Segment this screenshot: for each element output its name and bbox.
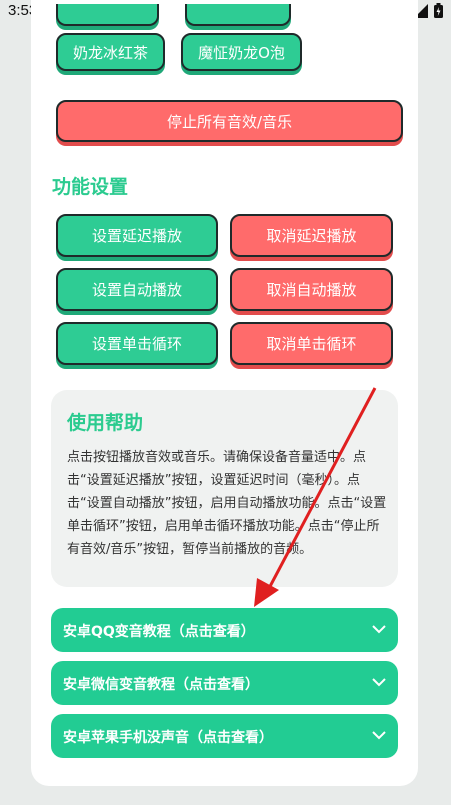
settings-title: 功能设置 xyxy=(52,176,129,198)
cancel-autoplay-button[interactable]: 取消自动播放 xyxy=(230,268,393,311)
tutorial-label: 安卓QQ变音教程（点击查看） xyxy=(63,624,255,640)
chevron-down-icon xyxy=(372,731,386,740)
tutorial-no-sound[interactable]: 安卓苹果手机没声音（点击查看） xyxy=(51,714,398,758)
set-autoplay-button[interactable]: 设置自动播放 xyxy=(56,268,218,311)
chevron-down-icon xyxy=(372,625,386,634)
set-delay-button[interactable]: 设置延迟播放 xyxy=(56,214,218,257)
set-loop-button[interactable]: 设置单击循环 xyxy=(56,322,218,365)
sound-button-top-left[interactable] xyxy=(56,4,159,26)
battery-icon xyxy=(434,3,443,18)
chevron-down-icon xyxy=(372,678,386,687)
set-delay-label: 设置延迟播放 xyxy=(91,227,182,245)
tutorial-label: 安卓微信变音教程（点击查看） xyxy=(63,677,259,693)
cancel-delay-button[interactable]: 取消延迟播放 xyxy=(230,214,393,257)
sound-button-top-right[interactable] xyxy=(185,4,291,26)
sound-button-label: 魔怔奶龙O泡 xyxy=(198,43,285,62)
cancel-loop-label: 取消单击循环 xyxy=(266,335,357,353)
cancel-loop-button[interactable]: 取消单击循环 xyxy=(230,322,393,365)
stop-all-button[interactable]: 停止所有音效/音乐 xyxy=(56,100,403,142)
tutorial-qq-voice-change[interactable]: 安卓QQ变音教程（点击查看） xyxy=(51,608,398,652)
sound-button-label: 奶龙冰红茶 xyxy=(72,43,148,62)
sound-button-mozheng-nailong[interactable]: 魔怔奶龙O泡 xyxy=(181,33,302,71)
tutorial-label: 安卓苹果手机没声音（点击查看） xyxy=(63,730,273,746)
help-text: 点击按钮播放音效或音乐。请确保设备音量适中。点击“设置延迟播放”按钮，设置延迟时… xyxy=(67,450,387,557)
sound-button-nailong-bing-hongcha[interactable]: 奶龙冰红茶 xyxy=(56,33,165,71)
stop-all-label: 停止所有音效/音乐 xyxy=(166,112,293,131)
cancel-delay-label: 取消延迟播放 xyxy=(266,227,357,245)
set-loop-label: 设置单击循环 xyxy=(91,335,182,353)
tutorial-wechat-voice-change[interactable]: 安卓微信变音教程（点击查看） xyxy=(51,661,398,705)
help-panel: 使用帮助 点击按钮播放音效或音乐。请确保设备音量适中。点击“设置延迟播放”按钮，… xyxy=(51,390,398,587)
set-autoplay-label: 设置自动播放 xyxy=(91,281,182,299)
help-title: 使用帮助 xyxy=(67,412,144,434)
cancel-autoplay-label: 取消自动播放 xyxy=(266,281,357,299)
